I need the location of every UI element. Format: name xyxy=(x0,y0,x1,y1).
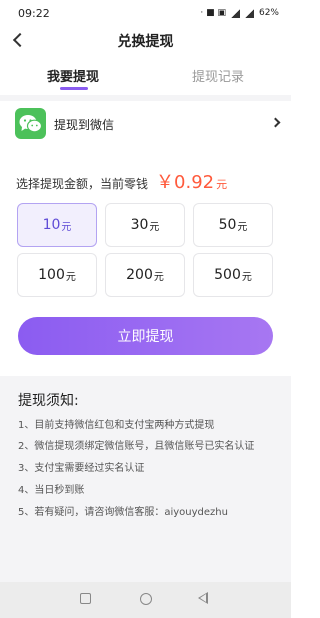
amount-unit: 元 xyxy=(241,271,252,283)
chevron-right-icon xyxy=(270,117,281,128)
amount-unit: 元 xyxy=(61,221,72,233)
amount-option-200[interactable]: 200 元 xyxy=(105,253,185,297)
amount-unit: 元 xyxy=(153,271,164,283)
amount-prompt: 选择提现金额，当前零钱 xyxy=(16,177,149,191)
amount-value: 100 xyxy=(38,267,65,283)
notice-item: 2、微信提现须绑定微信账号，且微信账号已实名认证 xyxy=(18,441,255,452)
system-back-icon[interactable] xyxy=(198,592,208,604)
amount-option-30[interactable]: 30 元 xyxy=(105,203,185,247)
section-divider xyxy=(0,95,291,101)
recent-apps-icon[interactable] xyxy=(80,593,91,604)
amount-value: 200 xyxy=(126,267,153,283)
amount-value: 10 xyxy=(42,217,61,233)
balance-value: ￥0.92 xyxy=(156,172,215,193)
amount-option-10[interactable]: 10 元 xyxy=(17,203,97,247)
amount-value: 30 xyxy=(130,217,149,233)
balance-unit: 元 xyxy=(216,178,228,191)
tab-withdraw[interactable]: 我要提现 xyxy=(47,66,99,85)
amount-option-100[interactable]: 100 元 xyxy=(17,253,97,297)
notice-item: 5、若有疑问，请咨询微信客服：aiyouydezhu xyxy=(18,507,228,518)
amount-value: 50 xyxy=(218,217,237,233)
withdraw-method-row[interactable]: 提现到微信 xyxy=(0,104,291,144)
method-label: 提现到微信 xyxy=(54,118,115,132)
amount-option-500[interactable]: 500 元 xyxy=(193,253,273,297)
amount-unit: 元 xyxy=(65,271,76,283)
notice-item: 4、当日秒到账 xyxy=(18,485,85,496)
tab-bar: 我要提现 提现记录 xyxy=(0,60,291,94)
wechat-icon xyxy=(15,108,46,139)
notification-icons: · ■ ▣ xyxy=(200,8,226,18)
notice-item: 3、支付宝需要经过实名认证 xyxy=(18,463,145,474)
notice-item: 1、目前支持微信红包和支付宝两种方式提现 xyxy=(18,420,215,431)
amount-value: 500 xyxy=(214,267,241,283)
tab-withdraw-records[interactable]: 提现记录 xyxy=(192,66,244,85)
home-icon[interactable] xyxy=(140,593,152,605)
system-nav-bar xyxy=(0,582,291,618)
withdraw-notice: 提现须知: 1、目前支持微信红包和支付宝两种方式提现 2、微信提现须绑定微信账号… xyxy=(0,376,291,582)
notice-title: 提现须知: xyxy=(18,393,79,409)
page-title: 兑换提现 xyxy=(117,34,174,50)
status-time: 09:22 xyxy=(18,6,50,20)
withdraw-now-button[interactable]: 立即提现 xyxy=(18,317,273,355)
amount-header: 选择提现金额，当前零钱 ￥0.92 元 xyxy=(16,168,227,194)
tab-active-indicator xyxy=(60,87,88,90)
wifi-icon xyxy=(230,8,240,18)
amount-unit: 元 xyxy=(149,221,160,233)
battery-percent: 62% xyxy=(258,8,279,18)
signal-icon xyxy=(244,8,254,18)
status-indicators: · ■ ▣ 62% xyxy=(200,8,279,18)
amount-unit: 元 xyxy=(237,221,248,233)
status-bar: 09:22 · ■ ▣ 62% xyxy=(0,0,291,26)
amount-option-50[interactable]: 50 元 xyxy=(193,203,273,247)
nav-bar: 兑换提现 xyxy=(0,26,291,54)
